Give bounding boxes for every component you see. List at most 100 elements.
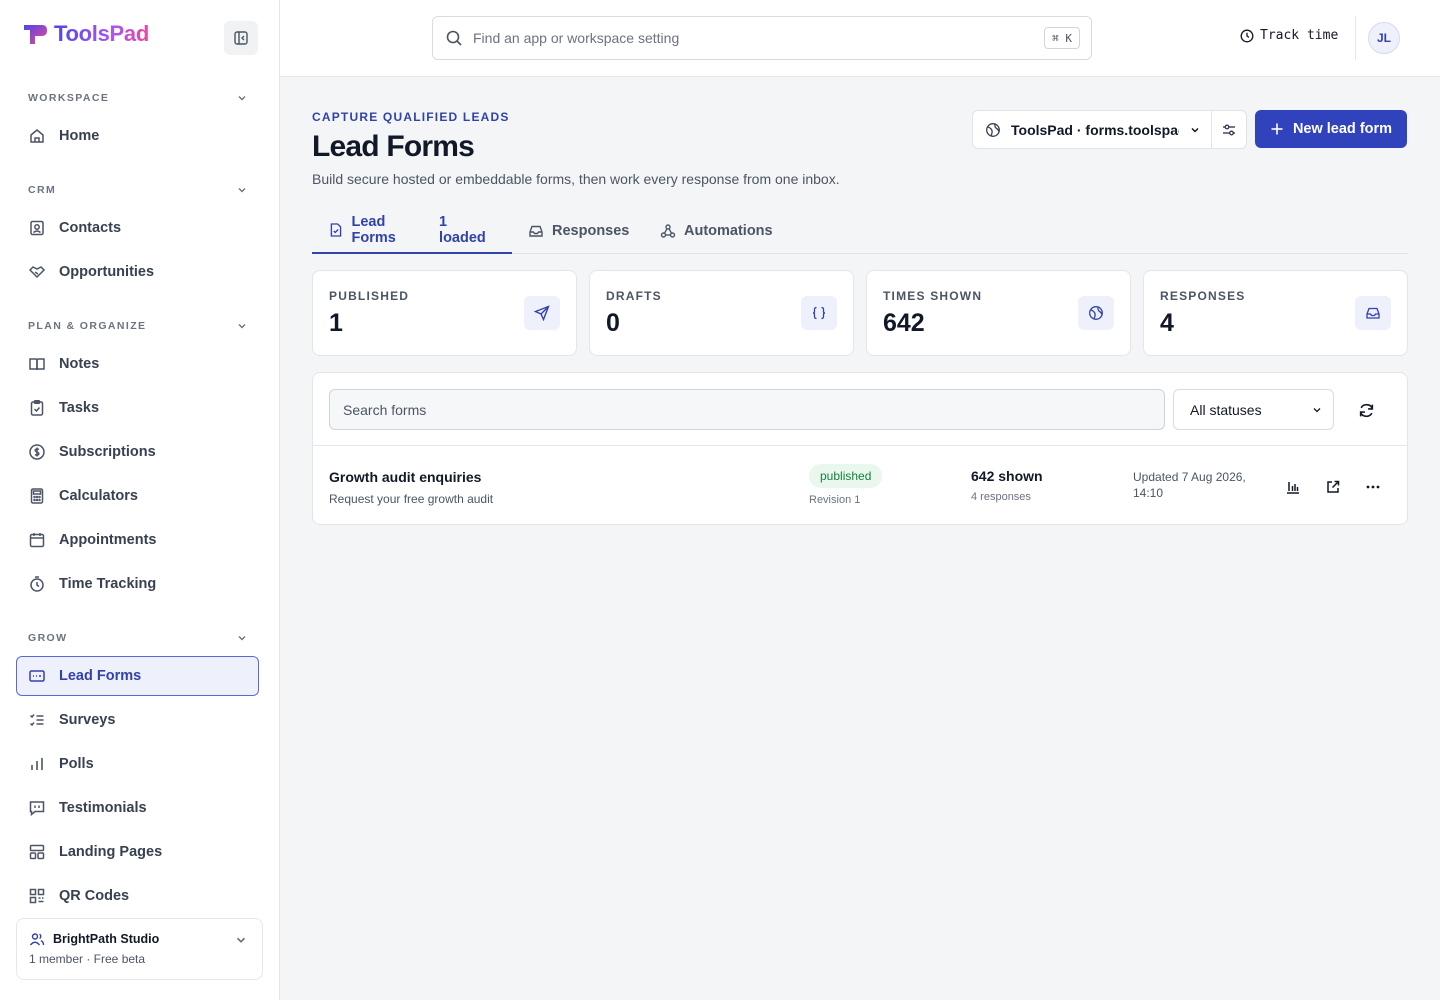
chevron-down-icon — [1191, 127, 1199, 133]
status-badge: published — [809, 464, 883, 488]
webhook-icon — [660, 224, 676, 238]
tab-responses[interactable]: Responses — [512, 208, 645, 254]
inbox-icon — [529, 225, 543, 237]
bar-chart-icon — [28, 755, 46, 773]
page-title: Lead Forms — [312, 130, 475, 163]
bar-chart-icon — [1287, 482, 1299, 494]
layout-icon — [28, 843, 46, 861]
braces-icon — [801, 296, 837, 330]
form-revision: Revision 1 — [809, 494, 861, 506]
workspace-switcher[interactable]: BrightPath Studio 1 member · Free beta — [16, 918, 263, 980]
home-icon — [28, 127, 46, 145]
new-lead-form-button[interactable]: New lead form — [1255, 110, 1407, 148]
calculator-icon — [28, 487, 46, 505]
section-grow[interactable]: GROW — [28, 630, 248, 646]
settings-filter-button[interactable] — [1211, 110, 1247, 149]
page-subtitle: Build secure hosted or embeddable forms,… — [312, 171, 840, 187]
user-avatar[interactable]: JL — [1368, 22, 1400, 54]
section-plan-organize[interactable]: PLAN & ORGANIZE — [28, 318, 248, 334]
list-check-icon — [28, 711, 46, 729]
section-workspace[interactable]: WORKSPACE — [28, 90, 248, 106]
tab-automations[interactable]: Automations — [644, 208, 789, 254]
sidebar-item-lead-forms[interactable]: Lead Forms — [16, 656, 259, 696]
sidebar-item-calculators[interactable]: Calculators — [16, 476, 259, 516]
workspace-domain-select[interactable]: ToolsPad · forms.toolspad — [972, 110, 1212, 149]
more-horizontal-icon — [1366, 485, 1380, 489]
form-shown-count: 642 shown — [971, 468, 1043, 484]
tab-lead-forms[interactable]: Lead Forms 1 loaded — [312, 208, 512, 254]
sidebar-item-surveys[interactable]: Surveys — [16, 700, 259, 740]
globe-icon — [1078, 296, 1114, 330]
plus-icon — [1271, 123, 1283, 135]
panel-left-icon — [234, 31, 248, 45]
app-name: ToolsPad — [54, 21, 149, 46]
chevron-down-icon — [238, 96, 246, 101]
track-time-button[interactable]: Track time — [1240, 28, 1338, 43]
sidebar-item-notes[interactable]: Notes — [16, 344, 259, 384]
sidebar-item-landing-pages[interactable]: Landing Pages — [16, 832, 259, 872]
external-link-icon — [1327, 480, 1340, 493]
sliders-icon — [1223, 124, 1235, 135]
chevron-down-icon — [238, 188, 246, 193]
clipboard-check-icon — [28, 399, 46, 417]
collapse-sidebar-button[interactable] — [224, 21, 258, 55]
search-placeholder: Find an app or workspace setting — [473, 30, 680, 46]
sidebar-item-tasks[interactable]: Tasks — [16, 388, 259, 428]
sidebar-item-contacts[interactable]: Contacts — [16, 208, 259, 248]
clock-icon — [1240, 29, 1254, 42]
chevron-down-icon — [1313, 407, 1321, 412]
chevron-down-icon — [236, 937, 246, 943]
topbar: Find an app or workspace setting ⌘ K Tra… — [280, 0, 1440, 77]
divider — [1355, 16, 1356, 60]
handshake-icon — [28, 263, 46, 281]
stopwatch-icon — [28, 575, 46, 593]
form-responses-count: 4 responses — [971, 491, 1031, 503]
notebook-icon — [28, 355, 46, 373]
qr-code-icon — [28, 887, 46, 905]
status-filter-select[interactable]: All statuses — [1173, 389, 1334, 430]
shortcut-hint: ⌘ K — [1044, 27, 1080, 49]
forms-panel: Search forms All statuses Growth audit e… — [312, 372, 1408, 525]
more-actions-button[interactable] — [1361, 475, 1385, 499]
stat-card-published: PUBLISHED 1 — [312, 270, 577, 356]
sidebar-item-appointments[interactable]: Appointments — [16, 520, 259, 560]
file-form-icon — [330, 223, 342, 237]
chevron-down-icon — [238, 636, 246, 641]
form-icon — [28, 667, 46, 685]
dollar-circle-icon — [28, 443, 46, 461]
sidebar-item-qr-codes[interactable]: QR Codes — [16, 876, 259, 916]
search-icon — [446, 30, 462, 46]
sidebar-item-opportunities[interactable]: Opportunities — [16, 252, 259, 292]
refresh-icon — [1359, 403, 1373, 417]
sidebar-item-polls[interactable]: Polls — [16, 744, 259, 784]
sidebar-item-testimonials[interactable]: Testimonials — [16, 788, 259, 828]
form-title[interactable]: Growth audit enquiries — [329, 469, 481, 485]
stat-card-drafts: DRAFTS 0 — [589, 270, 854, 356]
message-quote-icon — [28, 799, 46, 817]
sidebar-item-home[interactable]: Home — [16, 116, 259, 156]
forms-search-input[interactable]: Search forms — [329, 389, 1165, 430]
sidebar-item-time-tracking[interactable]: Time Tracking — [16, 564, 259, 604]
send-icon — [524, 296, 560, 330]
tabs: Lead Forms 1 loaded Responses Automation… — [312, 208, 1408, 254]
form-subtitle: Request your free growth audit — [329, 492, 494, 506]
stat-card-responses: RESPONSES 4 — [1143, 270, 1408, 356]
stat-card-times-shown: TIMES SHOWN 642 — [866, 270, 1131, 356]
analytics-button[interactable] — [1281, 475, 1305, 499]
tab-count: 1 loaded — [439, 214, 486, 246]
toolspad-logo-icon — [24, 25, 47, 44]
sidebar: ToolsPad WORKSPACE Home CRM Contacts Opp… — [0, 0, 280, 1000]
contact-icon — [28, 219, 46, 237]
open-external-button[interactable] — [1321, 475, 1345, 499]
global-search-input[interactable]: Find an app or workspace setting ⌘ K — [432, 16, 1092, 60]
users-icon — [29, 933, 45, 946]
sidebar-item-subscriptions[interactable]: Subscriptions — [16, 432, 259, 472]
inbox-icon — [1355, 296, 1391, 330]
page-eyebrow: CAPTURE QUALIFIED LEADS — [312, 110, 510, 124]
app-logo[interactable]: ToolsPad — [22, 20, 149, 48]
section-crm[interactable]: CRM — [28, 182, 248, 198]
form-updated: Updated 7 Aug 2026, 14:10 — [1133, 470, 1246, 500]
globe-icon — [986, 122, 1000, 137]
workspace-name: BrightPath Studio — [53, 932, 160, 946]
refresh-button[interactable] — [1352, 398, 1380, 422]
